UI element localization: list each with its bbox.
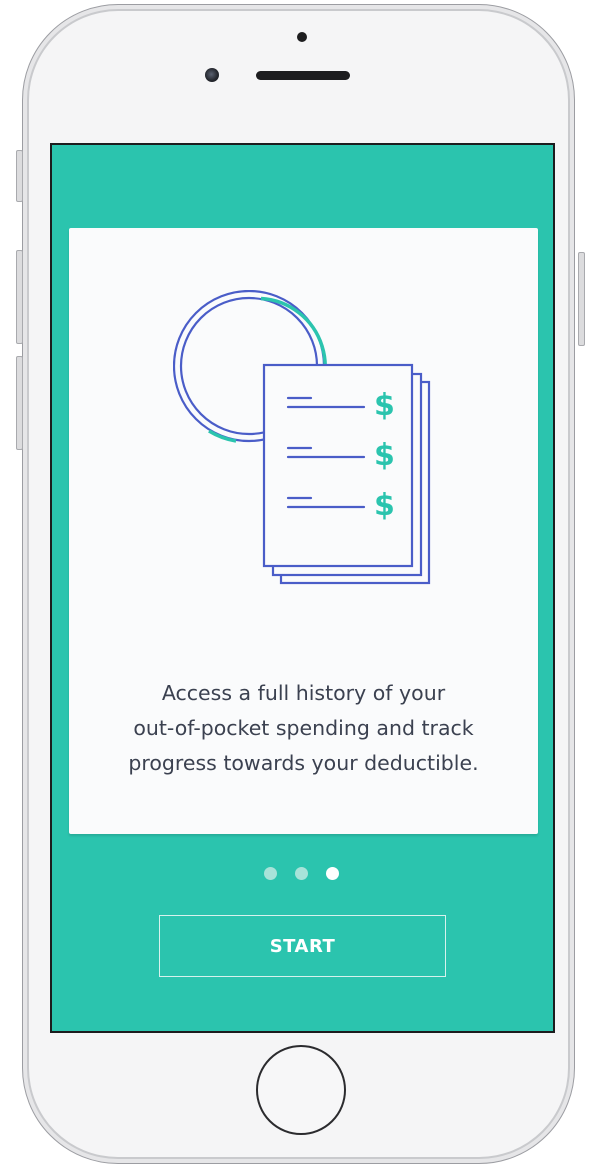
dollar-sign-3: $ <box>374 488 395 523</box>
page-dot-3[interactable] <box>326 867 339 880</box>
earpiece-speaker <box>256 71 350 80</box>
volume-down-button <box>16 356 23 450</box>
home-button[interactable] <box>256 1045 346 1135</box>
onboarding-description: Access a full history of your out-of-poc… <box>89 676 518 781</box>
description-line-2: out-of-pocket spending and track <box>133 716 474 740</box>
start-button[interactable]: START <box>159 915 446 977</box>
description-line-3: progress towards your deductible. <box>128 751 479 775</box>
description-line-1: Access a full history of your <box>161 681 446 705</box>
page-indicator <box>264 867 339 883</box>
page-dot-2[interactable] <box>295 867 308 880</box>
mute-switch <box>16 150 23 202</box>
proximity-sensor <box>297 32 307 42</box>
app-screen: $ $ $ Access a full history of your out-… <box>50 143 555 1033</box>
front-camera <box>205 68 219 82</box>
dollar-sign-2: $ <box>374 438 395 473</box>
volume-up-button <box>16 250 23 344</box>
page-dot-1[interactable] <box>264 867 277 880</box>
onboarding-card: $ $ $ Access a full history of your out-… <box>69 228 538 834</box>
dollar-sign-1: $ <box>374 388 395 423</box>
power-button <box>578 252 585 346</box>
receipt-history-icon: $ $ $ <box>173 290 431 585</box>
